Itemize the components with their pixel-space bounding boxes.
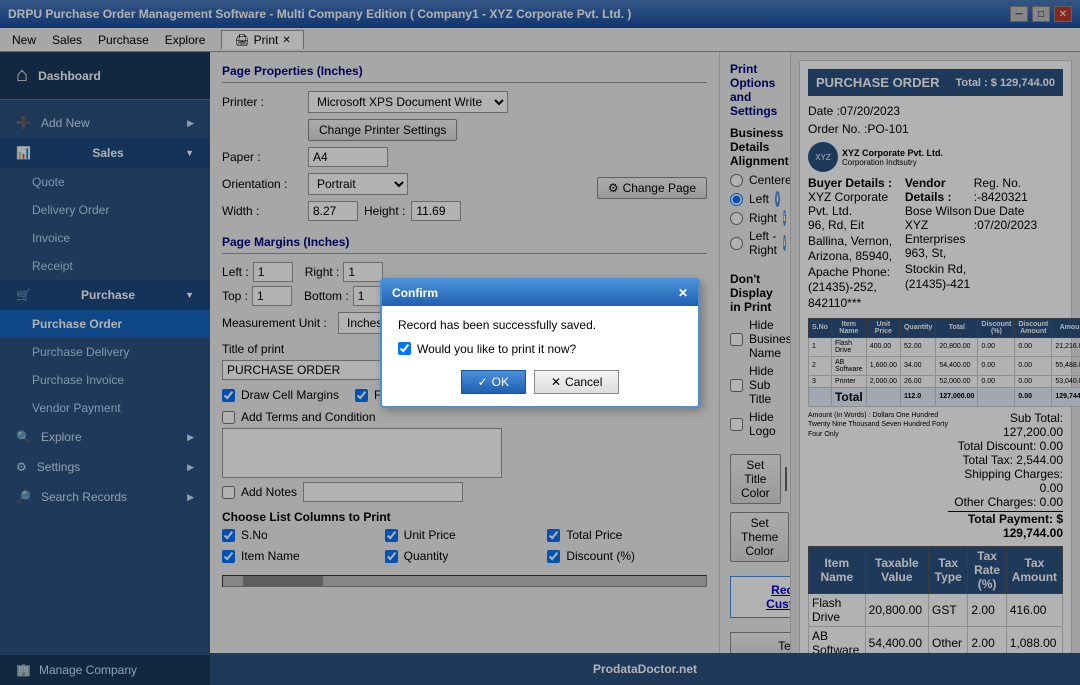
modal-title-bar: Confirm ✕ — [382, 280, 698, 306]
print-now-label: Would you like to print it now? — [417, 342, 576, 356]
confirm-dialog: Confirm ✕ Record has been successfully s… — [380, 278, 700, 408]
modal-buttons: ✓ OK ✕ Cancel — [398, 370, 682, 394]
modal-checkbox-row: Would you like to print it now? — [398, 342, 682, 356]
ok-label: OK — [492, 375, 509, 389]
cancel-label: Cancel — [565, 375, 602, 389]
ok-button[interactable]: ✓ OK — [461, 370, 526, 394]
modal-overlay: Confirm ✕ Record has been successfully s… — [0, 0, 1080, 685]
cancel-x-icon: ✕ — [551, 375, 561, 389]
modal-close-icon[interactable]: ✕ — [678, 286, 688, 300]
print-now-checkbox[interactable] — [398, 342, 411, 355]
modal-message: Record has been successfully saved. — [398, 318, 682, 332]
modal-title: Confirm — [392, 286, 438, 300]
modal-body: Record has been successfully saved. Woul… — [382, 306, 698, 406]
cancel-button[interactable]: ✕ Cancel — [534, 370, 619, 394]
ok-checkmark-icon: ✓ — [478, 375, 488, 389]
